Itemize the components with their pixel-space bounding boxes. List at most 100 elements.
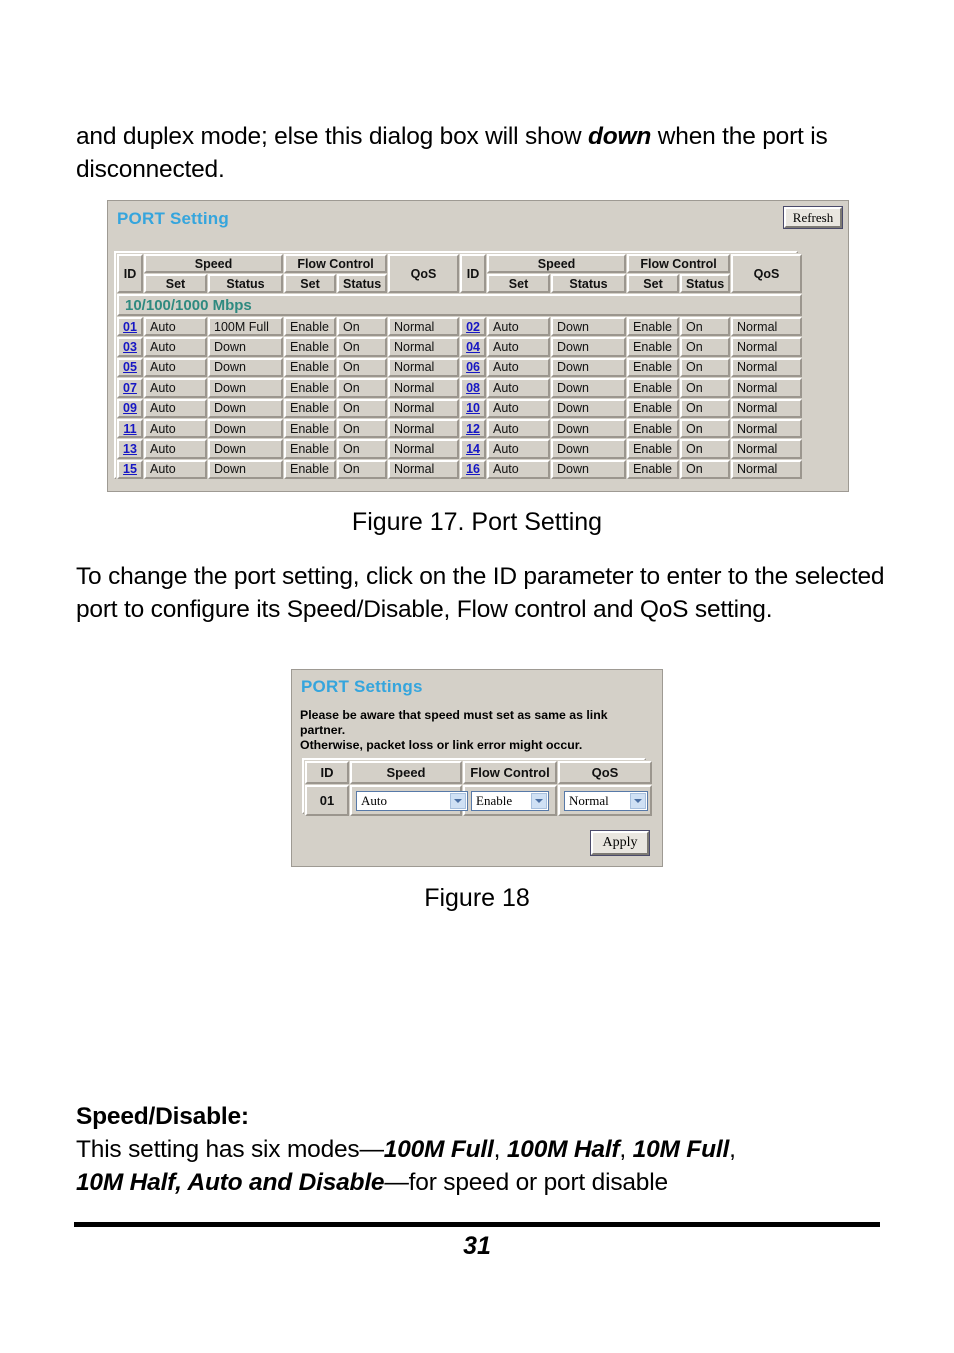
port-id-cell[interactable]: 16 <box>460 459 487 480</box>
speed-disable-lead: This setting has six modes— <box>76 1136 384 1163</box>
cell-speed-status: Down <box>551 418 627 439</box>
header-speed-set-left: Set <box>144 274 207 293</box>
cell-speed-set: Auto <box>487 357 551 378</box>
chevron-down-icon[interactable] <box>450 792 466 809</box>
ps-flow-control-cell: Enable <box>463 785 557 816</box>
port-id-link-10[interactable]: 10 <box>466 401 480 415</box>
port-id-link-12[interactable]: 12 <box>466 422 480 436</box>
cell-speed-status: Down <box>551 317 627 337</box>
port-settings-dialog: PORT Settings Please be aware that speed… <box>291 669 663 867</box>
port-settings-note-line1: Please be aware that speed must set as s… <box>300 708 608 737</box>
table-row: 07 Auto Down Enable On Normal 08 Auto Down Enable… <box>117 378 803 398</box>
ps-header-flow-control: Flow Control <box>463 761 557 784</box>
apply-button[interactable]: Apply <box>590 830 650 856</box>
table-row: 13 Auto Down Enable On Normal 14 Auto Down Enable… <box>117 439 803 459</box>
cell-speed-status: Down <box>551 459 627 480</box>
port-id-cell[interactable]: 03 <box>117 337 143 357</box>
port-id-cell[interactable]: 13 <box>117 439 143 459</box>
port-id-cell[interactable]: 10 <box>460 398 487 418</box>
table-row: 09 Auto Down Enable On Normal 10 Auto Down Enable… <box>117 398 803 418</box>
header-speed-left: Speed <box>144 254 284 273</box>
cell-speed-status: Down <box>551 357 627 378</box>
cell-speed-set: Auto <box>144 357 207 378</box>
port-settings-note: Please be aware that speed must set as s… <box>300 708 656 753</box>
port-id-cell[interactable]: 01 <box>117 317 143 337</box>
ps-speed-cell: Auto <box>350 785 468 816</box>
port-id-link-03[interactable]: 03 <box>123 340 137 354</box>
mode-10m-full: 10M Full <box>632 1136 730 1163</box>
cell-fc-status: On <box>337 378 388 398</box>
cell-qos: Normal <box>731 459 803 480</box>
port-id-cell[interactable]: 14 <box>460 439 487 459</box>
cell-fc-set: Enable <box>627 459 680 480</box>
header-qos-left: QoS <box>388 254 460 293</box>
port-id-cell[interactable]: 08 <box>460 378 487 398</box>
cell-qos: Normal <box>388 398 460 418</box>
cell-qos: Normal <box>388 418 460 439</box>
port-id-cell[interactable]: 04 <box>460 337 487 357</box>
speed-select[interactable]: Auto <box>356 790 468 811</box>
port-id-link-09[interactable]: 09 <box>123 401 137 415</box>
mode-group-line2: 10M Half, Auto and Disable <box>76 1169 385 1196</box>
table-row: 03 Auto Down Enable On Normal 04 Auto Down Enable… <box>117 337 803 357</box>
port-id-cell[interactable]: 07 <box>117 378 143 398</box>
refresh-button[interactable]: Refresh <box>783 206 843 229</box>
chevron-down-icon[interactable] <box>630 792 646 809</box>
cell-qos: Normal <box>388 439 460 459</box>
port-id-link-16[interactable]: 16 <box>466 462 480 476</box>
cell-fc-status: On <box>680 439 731 459</box>
port-id-link-07[interactable]: 07 <box>123 381 137 395</box>
paragraph-top: and duplex mode; else this dialog box wi… <box>76 120 886 186</box>
cell-speed-set: Auto <box>144 459 207 480</box>
port-id-cell[interactable]: 15 <box>117 459 143 480</box>
port-id-link-11[interactable]: 11 <box>123 422 136 436</box>
cell-speed-status: Down <box>208 418 284 439</box>
port-id-link-06[interactable]: 06 <box>466 360 480 374</box>
port-settings-row: 01 Auto Enable Normal <box>305 785 652 816</box>
cell-qos: Normal <box>731 398 803 418</box>
header-speed-status-right: Status <box>551 274 627 293</box>
table-row: 01 Auto 100M Full Enable On Normal 02 Auto Down E… <box>117 317 803 337</box>
cell-fc-set: Enable <box>284 357 337 378</box>
cell-fc-status: On <box>680 418 731 439</box>
qos-select[interactable]: Normal <box>564 790 648 811</box>
port-id-link-05[interactable]: 05 <box>123 360 137 374</box>
cell-speed-set: Auto <box>487 317 551 337</box>
header-speed-status-left: Status <box>208 274 284 293</box>
cell-speed-status: 100M Full <box>208 317 284 337</box>
port-id-link-04[interactable]: 04 <box>466 340 480 354</box>
cell-fc-status: On <box>337 398 388 418</box>
port-id-cell[interactable]: 11 <box>117 418 143 439</box>
port-setting-table: ID Speed Flow Control QoS ID Speed Flow … <box>116 253 804 481</box>
port-id-cell[interactable]: 05 <box>117 357 143 378</box>
port-id-cell[interactable]: 02 <box>460 317 487 337</box>
chevron-down-icon[interactable] <box>531 792 547 809</box>
cell-speed-set: Auto <box>144 378 207 398</box>
port-id-link-13[interactable]: 13 <box>123 442 137 456</box>
port-id-link-15[interactable]: 15 <box>123 462 137 476</box>
cell-speed-set: Auto <box>144 337 207 357</box>
cell-qos: Normal <box>731 337 803 357</box>
header-fc-set-right: Set <box>627 274 680 293</box>
cell-qos: Normal <box>731 357 803 378</box>
port-id-cell[interactable]: 12 <box>460 418 487 439</box>
figure-18-caption: Figure 18 <box>424 884 530 912</box>
header-fc-status-right: Status <box>680 274 731 293</box>
cell-speed-set: Auto <box>144 418 207 439</box>
port-id-link-02[interactable]: 02 <box>466 320 480 334</box>
port-id-link-01[interactable]: 01 <box>123 320 137 334</box>
mode-100m-full: 100M Full <box>383 1136 494 1163</box>
table-row: 15 Auto Down Enable On Normal 16 Auto Down Enable… <box>117 459 803 480</box>
cell-qos: Normal <box>388 357 460 378</box>
port-id-cell[interactable]: 09 <box>117 398 143 418</box>
flow-control-select[interactable]: Enable <box>471 790 549 811</box>
port-id-link-14[interactable]: 14 <box>466 442 480 456</box>
cell-speed-set: Auto <box>144 317 207 337</box>
port-id-cell[interactable]: 06 <box>460 357 487 378</box>
port-id-link-08[interactable]: 08 <box>466 381 480 395</box>
ps-port-id: 01 <box>305 785 349 816</box>
header-flow-control-right: Flow Control <box>627 254 731 273</box>
port-setting-table-frame: ID Speed Flow Control QoS ID Speed Flow … <box>114 251 804 481</box>
figure-17-caption: Figure 17. Port Setting <box>351 508 603 536</box>
table-row: 05 Auto Down Enable On Normal 06 Auto Down Enable… <box>117 357 803 378</box>
